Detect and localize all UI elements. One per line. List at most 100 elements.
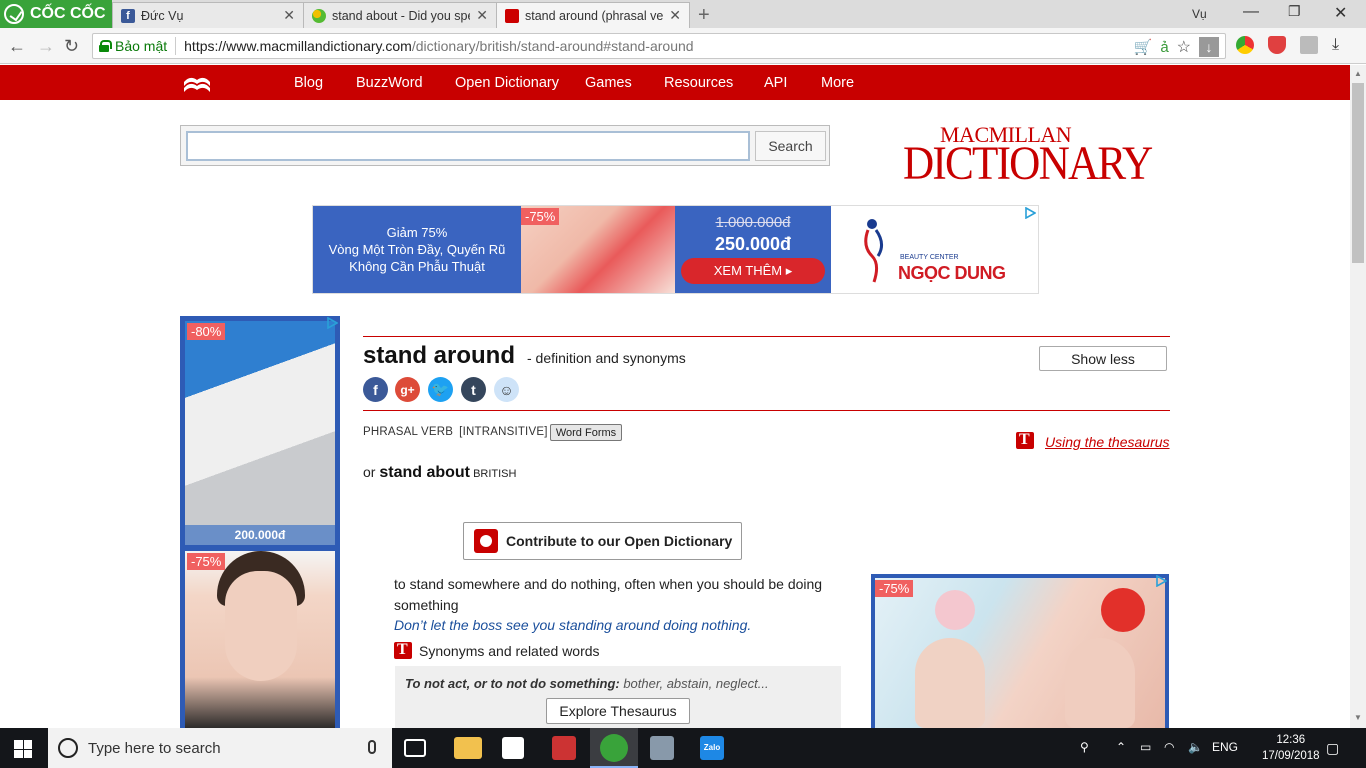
- coccoc-logo-icon: [4, 4, 24, 24]
- restore-icon[interactable]: ❐: [1288, 3, 1301, 20]
- cortana-icon[interactable]: [58, 738, 78, 758]
- wifi-icon[interactable]: ◠: [1164, 740, 1174, 754]
- vietnamese-input-icon[interactable]: ả: [1160, 39, 1168, 56]
- using-thesaurus-link[interactable]: Using the thesaurus: [1045, 434, 1170, 450]
- bookmark-star-icon[interactable]: ☆: [1177, 37, 1191, 57]
- address-bar[interactable]: Bảo mật https://www.macmillandictionary.…: [92, 33, 1226, 59]
- reload-icon[interactable]: ↻: [64, 36, 79, 57]
- word-forms-button[interactable]: Word Forms: [550, 424, 622, 441]
- back-icon[interactable]: ←: [8, 36, 26, 57]
- tab-strip: CỐC CỐC f Đức Vụ ✕ stand about - Did you…: [0, 0, 1366, 28]
- close-window-icon[interactable]: ✕: [1334, 3, 1347, 23]
- downloads-icon[interactable]: ⤓: [1332, 36, 1339, 54]
- app-icon[interactable]: [650, 736, 674, 760]
- adchoices-icon[interactable]: [326, 317, 338, 329]
- nav-resources[interactable]: Resources: [664, 75, 733, 91]
- page-scrollbar[interactable]: ▲ ▼: [1350, 65, 1366, 728]
- variant-prefix: or: [363, 464, 380, 480]
- nav-buzzword[interactable]: BuzzWord: [356, 75, 423, 91]
- brand-small-text: BEAUTY CENTER: [900, 254, 959, 261]
- notifications-icon[interactable]: ▢: [1326, 740, 1339, 757]
- banner-price-panel: 1.000.000đ 250.000đ XEM THÊM ▸: [675, 206, 831, 293]
- task-view-icon[interactable]: [404, 739, 426, 757]
- side-ad-photo-bottom: -75%: [185, 551, 335, 728]
- close-tab-icon[interactable]: ✕: [669, 7, 681, 24]
- scroll-down-icon[interactable]: ▼: [1354, 713, 1362, 722]
- definition-text: to stand somewhere and do nothing, often…: [394, 576, 823, 613]
- right-ad[interactable]: -75%: [871, 574, 1169, 728]
- banner-ad[interactable]: Giảm 75% Vòng Một Tròn Đầy, Quyến Rũ Khô…: [312, 205, 1039, 294]
- search-input[interactable]: [186, 131, 750, 161]
- url-host[interactable]: https://www.macmillandictionary.com: [184, 38, 412, 54]
- store-icon[interactable]: [502, 737, 524, 759]
- battery-icon[interactable]: ▭: [1140, 740, 1151, 754]
- tab-stand-about[interactable]: stand about - Did you spell it ✕: [303, 2, 497, 28]
- browser-menu-button[interactable]: CỐC CỐC: [0, 0, 112, 28]
- tumblr-share-icon[interactable]: t: [461, 377, 486, 402]
- tab-title: stand about - Did you spell it: [332, 8, 470, 23]
- nav-open-dictionary[interactable]: Open Dictionary: [455, 75, 559, 91]
- variant-word: stand about: [379, 464, 471, 481]
- adchoices-icon[interactable]: [1155, 575, 1167, 587]
- minimize-icon[interactable]: —: [1243, 3, 1259, 21]
- show-less-button[interactable]: Show less: [1039, 346, 1167, 371]
- lock-icon[interactable]: [99, 40, 112, 52]
- macmillan-logo-icon[interactable]: [183, 73, 211, 93]
- download-page-icon[interactable]: ↓: [1199, 37, 1219, 57]
- tab-title: Đức Vụ: [141, 8, 184, 23]
- browser-toolbar: ← → ↻ Bảo mật https://www.macmillandicti…: [0, 28, 1366, 64]
- volume-icon[interactable]: 🔈: [1188, 740, 1203, 754]
- windows-start-icon[interactable]: [14, 740, 32, 758]
- nav-api[interactable]: API: [764, 75, 787, 91]
- sync-icon[interactable]: [1300, 36, 1318, 54]
- nav-games[interactable]: Games: [585, 75, 632, 91]
- side-ad-price: 200.000đ: [185, 525, 335, 545]
- view-more-button[interactable]: XEM THÊM ▸: [681, 258, 825, 284]
- system-clock[interactable]: 12:36 17/09/2018: [1262, 732, 1320, 764]
- language-indicator[interactable]: ENG: [1212, 740, 1238, 754]
- tab-facebook[interactable]: f Đức Vụ ✕: [112, 2, 304, 28]
- tab-stand-around[interactable]: stand around (phrasal verb) ✕: [496, 2, 690, 28]
- adchoices-icon[interactable]: [1024, 207, 1036, 219]
- banner-line-3: Không Cần Phẫu Thuật: [349, 259, 485, 274]
- lady-silhouette-icon: [864, 219, 883, 283]
- explore-thesaurus-button[interactable]: Explore Thesaurus: [546, 698, 690, 724]
- discount-badge: -75%: [875, 580, 914, 597]
- profile-name[interactable]: Vụ: [1192, 7, 1207, 21]
- cart-icon[interactable]: 🛒: [1134, 38, 1153, 56]
- coccoc-taskbar-icon[interactable]: [600, 734, 628, 762]
- contribute-button[interactable]: Contribute to our Open Dictionary: [463, 522, 742, 560]
- adblock-shield-icon[interactable]: [1268, 36, 1286, 54]
- nav-more[interactable]: More: [821, 75, 854, 91]
- secure-label[interactable]: Bảo mật: [115, 38, 167, 54]
- google-plus-share-icon[interactable]: g+: [395, 377, 420, 402]
- file-explorer-icon[interactable]: [454, 737, 482, 759]
- taskbar-search-placeholder: Type here to search: [88, 739, 221, 757]
- side-ad[interactable]: -80% 200.000đ -75%: [180, 316, 340, 728]
- dictionary-search: Search: [180, 125, 830, 166]
- close-tab-icon[interactable]: ✕: [283, 7, 295, 24]
- twitter-share-icon[interactable]: 🐦: [428, 377, 453, 402]
- microphone-icon[interactable]: [368, 740, 376, 754]
- nav-blog[interactable]: Blog: [294, 75, 323, 91]
- search-button[interactable]: Search: [755, 131, 826, 161]
- pos-label: PHRASAL VERB: [363, 426, 454, 438]
- scroll-up-icon[interactable]: ▲: [1354, 69, 1362, 78]
- new-tab-button[interactable]: +: [698, 4, 710, 27]
- site-navbar: Blog BuzzWord Open Dictionary Games Reso…: [0, 65, 1350, 100]
- macmillan-dictionary-logo[interactable]: MACMILLAN DICTIONARY: [900, 122, 1153, 188]
- scrollbar-thumb[interactable]: [1352, 83, 1364, 263]
- url-path[interactable]: /dictionary/british/stand-around#stand-a…: [412, 38, 694, 54]
- show-hidden-icons[interactable]: ⌃: [1116, 740, 1126, 754]
- forward-icon[interactable]: →: [37, 36, 55, 57]
- chrome-extension-icon[interactable]: [1236, 36, 1254, 54]
- url-divider: [175, 37, 177, 55]
- reddit-share-icon[interactable]: ☺: [494, 377, 519, 402]
- zalo-icon[interactable]: Zalo: [700, 736, 724, 760]
- close-tab-icon[interactable]: ✕: [476, 7, 488, 24]
- people-icon[interactable]: ⚲: [1080, 740, 1089, 754]
- taskbar-search[interactable]: Type here to search: [48, 728, 392, 768]
- synonyms-list: bother, abstain, neglect...: [619, 676, 769, 691]
- app-icon[interactable]: [552, 736, 576, 760]
- facebook-share-icon[interactable]: f: [363, 377, 388, 402]
